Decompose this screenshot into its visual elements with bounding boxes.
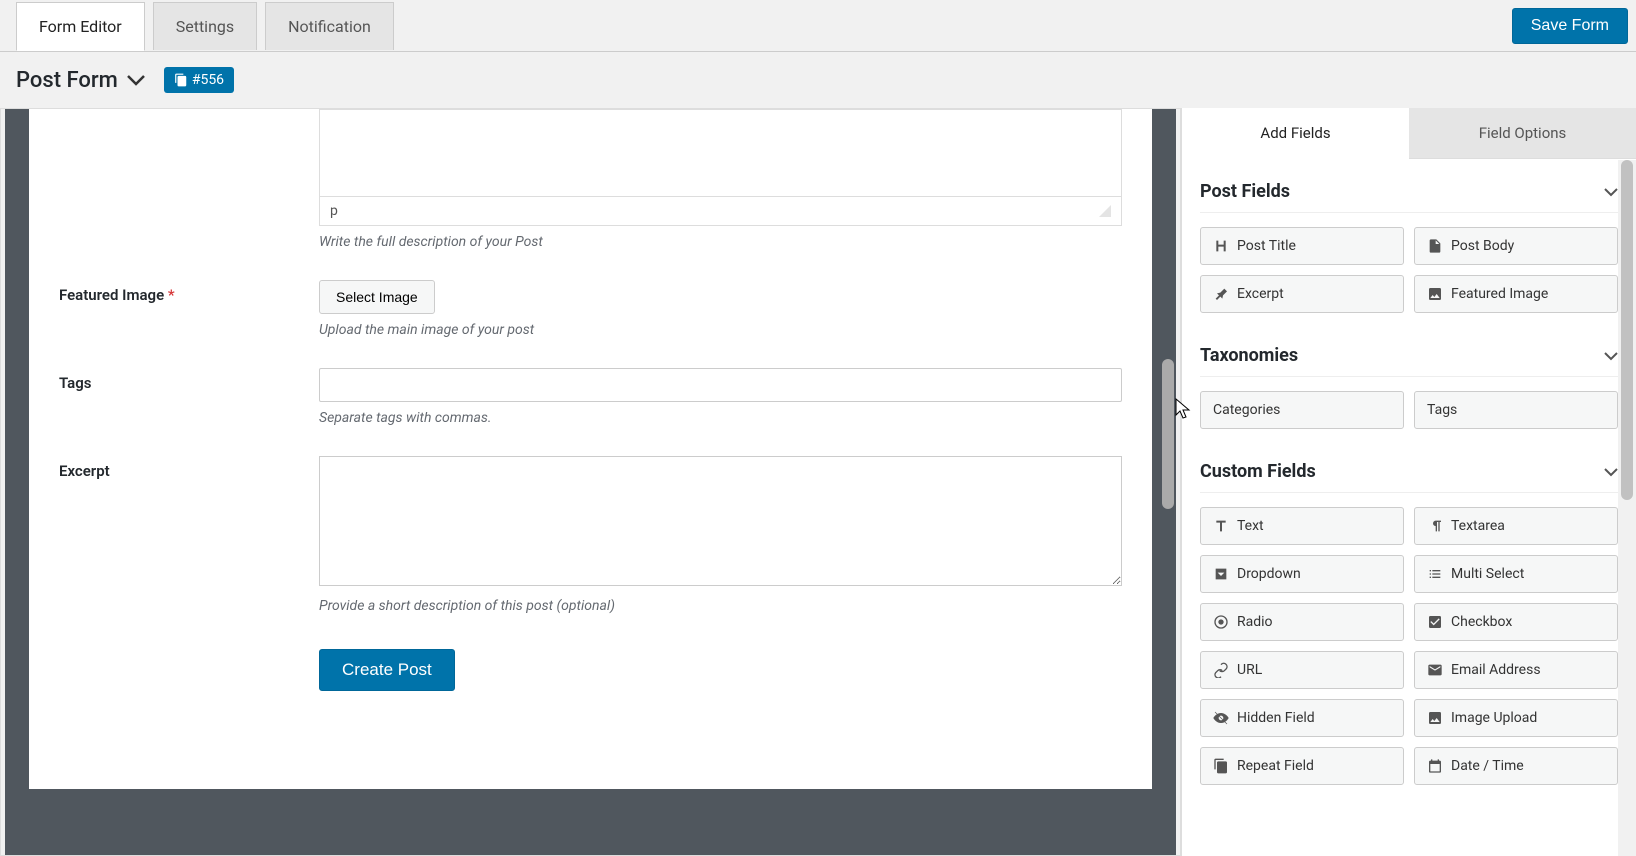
top-tabs: Form Editor Settings Notification Save F…: [0, 0, 1636, 52]
field-featured-image[interactable]: Featured Image: [1414, 275, 1618, 313]
section-custom-fields[interactable]: Custom Fields: [1200, 451, 1618, 493]
save-form-button[interactable]: Save Form: [1512, 8, 1628, 44]
featured-image-help: Upload the main image of your post: [319, 322, 1122, 338]
field-dropdown[interactable]: Dropdown: [1200, 555, 1404, 593]
field-label: Multi Select: [1451, 566, 1524, 582]
section-taxonomies-title: Taxonomies: [1200, 345, 1298, 366]
sidebar-scrollbar[interactable]: [1618, 160, 1636, 856]
field-label: Email Address: [1451, 662, 1541, 678]
resize-grip-icon[interactable]: [1099, 205, 1111, 217]
pin-icon: [1213, 286, 1229, 302]
field-label: Hidden Field: [1237, 710, 1315, 726]
field-excerpt[interactable]: Excerpt: [1200, 275, 1404, 313]
radio-icon: [1213, 614, 1229, 630]
canvas-scrollbar[interactable]: [1156, 109, 1174, 855]
field-label: Featured Image: [1451, 286, 1548, 302]
tags-help: Separate tags with commas.: [319, 410, 1122, 426]
tab-settings[interactable]: Settings: [153, 2, 257, 50]
field-post-title[interactable]: Post Title: [1200, 227, 1404, 265]
field-label: Post Title: [1237, 238, 1296, 254]
section-custom-title: Custom Fields: [1200, 461, 1316, 482]
form-id-badge[interactable]: #556: [164, 67, 234, 93]
link-icon: [1213, 662, 1229, 678]
document-icon: [1427, 238, 1443, 254]
tab-add-fields[interactable]: Add Fields: [1182, 108, 1409, 159]
chevron-down-icon: [1604, 182, 1618, 201]
field-label: Post Body: [1451, 238, 1514, 254]
copy-icon: [1213, 758, 1229, 774]
subheader: Post Form #556: [0, 52, 1636, 108]
field-label: Image Upload: [1451, 710, 1537, 726]
chevron-down-icon: [1604, 462, 1618, 481]
featured-image-label: Featured Image: [59, 286, 164, 304]
wysiwyg-path: p: [330, 203, 338, 219]
field-categories[interactable]: Categories: [1200, 391, 1404, 429]
section-post-fields-title: Post Fields: [1200, 181, 1290, 202]
field-label: Checkbox: [1451, 614, 1512, 630]
field-textarea[interactable]: Textarea: [1414, 507, 1618, 545]
checkbox-icon: [1427, 614, 1443, 630]
form-canvas: p Write the full description of your Pos…: [29, 109, 1152, 789]
field-multiselect[interactable]: Multi Select: [1414, 555, 1618, 593]
field-label: Radio: [1237, 614, 1273, 630]
image-icon: [1427, 710, 1443, 726]
field-hidden[interactable]: Hidden Field: [1200, 699, 1404, 737]
field-datetime[interactable]: Date / Time: [1414, 747, 1618, 785]
required-mark: *: [168, 286, 175, 304]
canvas-scroll-thumb[interactable]: [1162, 359, 1174, 509]
select-image-button[interactable]: Select Image: [319, 280, 435, 314]
tags-label: Tags: [59, 374, 92, 392]
field-label: Tags: [1427, 402, 1457, 418]
envelope-icon: [1427, 662, 1443, 678]
field-image-upload[interactable]: Image Upload: [1414, 699, 1618, 737]
heading-icon: [1213, 238, 1229, 254]
field-label: Excerpt: [1237, 286, 1284, 302]
eye-slash-icon: [1213, 710, 1229, 726]
field-label: Date / Time: [1451, 758, 1524, 774]
field-label: URL: [1237, 662, 1262, 678]
field-post-body[interactable]: Post Body: [1414, 227, 1618, 265]
field-label: Textarea: [1451, 518, 1505, 534]
create-post-button[interactable]: Create Post: [319, 649, 455, 691]
field-url[interactable]: URL: [1200, 651, 1404, 689]
sidebar: Add Fields Field Options Post Fields Pos…: [1181, 108, 1636, 856]
field-label: Dropdown: [1237, 566, 1301, 582]
caret-square-icon: [1213, 566, 1229, 582]
text-icon: [1213, 518, 1229, 534]
list-icon: [1427, 566, 1443, 582]
section-taxonomies[interactable]: Taxonomies: [1200, 335, 1618, 377]
field-text[interactable]: Text: [1200, 507, 1404, 545]
field-radio[interactable]: Radio: [1200, 603, 1404, 641]
calendar-icon: [1427, 758, 1443, 774]
field-label: Text: [1237, 518, 1264, 534]
field-checkbox[interactable]: Checkbox: [1414, 603, 1618, 641]
field-tags[interactable]: Tags: [1414, 391, 1618, 429]
field-label: Categories: [1213, 402, 1280, 418]
tags-input[interactable]: [319, 368, 1122, 402]
excerpt-textarea[interactable]: [319, 456, 1122, 586]
excerpt-label: Excerpt: [59, 462, 110, 480]
paragraph-icon: [1427, 518, 1443, 534]
section-post-fields[interactable]: Post Fields: [1200, 171, 1618, 213]
chevron-down-icon: [1604, 346, 1618, 365]
field-email[interactable]: Email Address: [1414, 651, 1618, 689]
sidebar-scroll-thumb[interactable]: [1621, 160, 1633, 500]
form-title-chevron-icon[interactable]: [126, 68, 146, 93]
post-body-help: Write the full description of your Post: [319, 234, 1122, 250]
wysiwyg-path-bar: p: [319, 197, 1122, 226]
form-title: Post Form: [16, 68, 118, 93]
image-icon: [1427, 286, 1443, 302]
field-repeat[interactable]: Repeat Field: [1200, 747, 1404, 785]
tab-form-editor[interactable]: Form Editor: [16, 2, 145, 51]
tab-notification[interactable]: Notification: [265, 2, 394, 50]
field-label: Repeat Field: [1237, 758, 1314, 774]
tab-field-options[interactable]: Field Options: [1409, 108, 1636, 159]
post-body-editor[interactable]: [319, 109, 1122, 197]
excerpt-help: Provide a short description of this post…: [319, 598, 1122, 614]
form-id-text: #556: [192, 72, 224, 88]
